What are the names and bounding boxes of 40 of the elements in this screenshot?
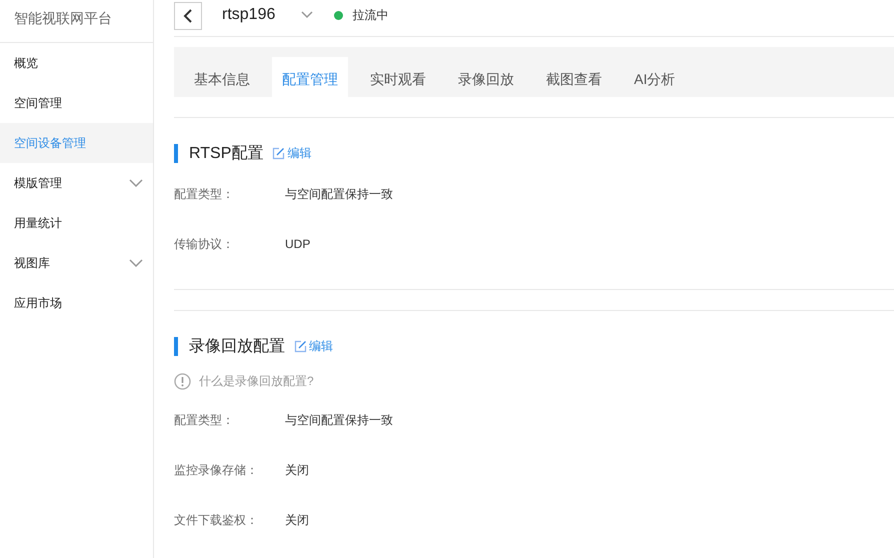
tab[interactable]: 基本信息 bbox=[184, 57, 260, 97]
sidebar-item[interactable]: 应用市场 bbox=[0, 283, 153, 323]
tab[interactable]: 截图查看 bbox=[536, 57, 612, 97]
edit-icon bbox=[272, 146, 286, 160]
help-text: 什么是录像回放配置? bbox=[199, 373, 314, 390]
field-value: UDP bbox=[285, 237, 310, 251]
chevron-down-icon[interactable] bbox=[301, 11, 314, 19]
section-title: 录像回放配置 bbox=[189, 336, 285, 356]
sidebar-item[interactable]: 空间管理 bbox=[0, 83, 153, 123]
tab[interactable]: AI分析 bbox=[624, 57, 686, 97]
chevron-down-icon bbox=[129, 259, 143, 267]
field-label: 传输协议： bbox=[174, 236, 235, 252]
edit-icon bbox=[294, 340, 307, 352]
sidebar-item[interactable]: 模版管理 bbox=[0, 163, 153, 203]
tab[interactable]: 实时观看 bbox=[360, 57, 436, 97]
tab[interactable]: 配置管理 bbox=[272, 57, 348, 97]
field-value: 与空间配置保持一致 bbox=[285, 186, 393, 202]
info-icon bbox=[174, 373, 191, 390]
field-label: 文件下载鉴权： bbox=[174, 512, 259, 528]
field-label: 配置类型： bbox=[174, 412, 235, 428]
edit-link[interactable]: 编辑 bbox=[272, 144, 312, 162]
section-title: RTSP配置 bbox=[189, 144, 264, 164]
field-label: 监控录像存储： bbox=[174, 462, 259, 478]
sidebar-item[interactable]: 视图库 bbox=[0, 243, 153, 283]
field-label: 配置类型： bbox=[174, 186, 235, 202]
section-marker bbox=[174, 336, 178, 356]
sidebar-item[interactable]: 概览 bbox=[0, 43, 153, 83]
device-name: rtsp196 bbox=[222, 6, 276, 24]
edit-link[interactable]: 编辑 bbox=[294, 338, 333, 354]
field-value: 与空间配置保持一致 bbox=[285, 412, 393, 428]
chevron-down-icon bbox=[129, 179, 143, 187]
tab[interactable]: 录像回放 bbox=[448, 57, 524, 97]
back-button[interactable] bbox=[174, 2, 202, 30]
field-value: 关闭 bbox=[285, 462, 309, 478]
sidebar-item[interactable]: 用量统计 bbox=[0, 203, 153, 243]
field-value: 关闭 bbox=[285, 512, 309, 528]
status-dot bbox=[334, 10, 344, 20]
status-text: 拉流中 bbox=[352, 6, 388, 24]
section-marker bbox=[174, 144, 178, 162]
platform-title: 智能视联网平台 bbox=[0, 0, 153, 43]
